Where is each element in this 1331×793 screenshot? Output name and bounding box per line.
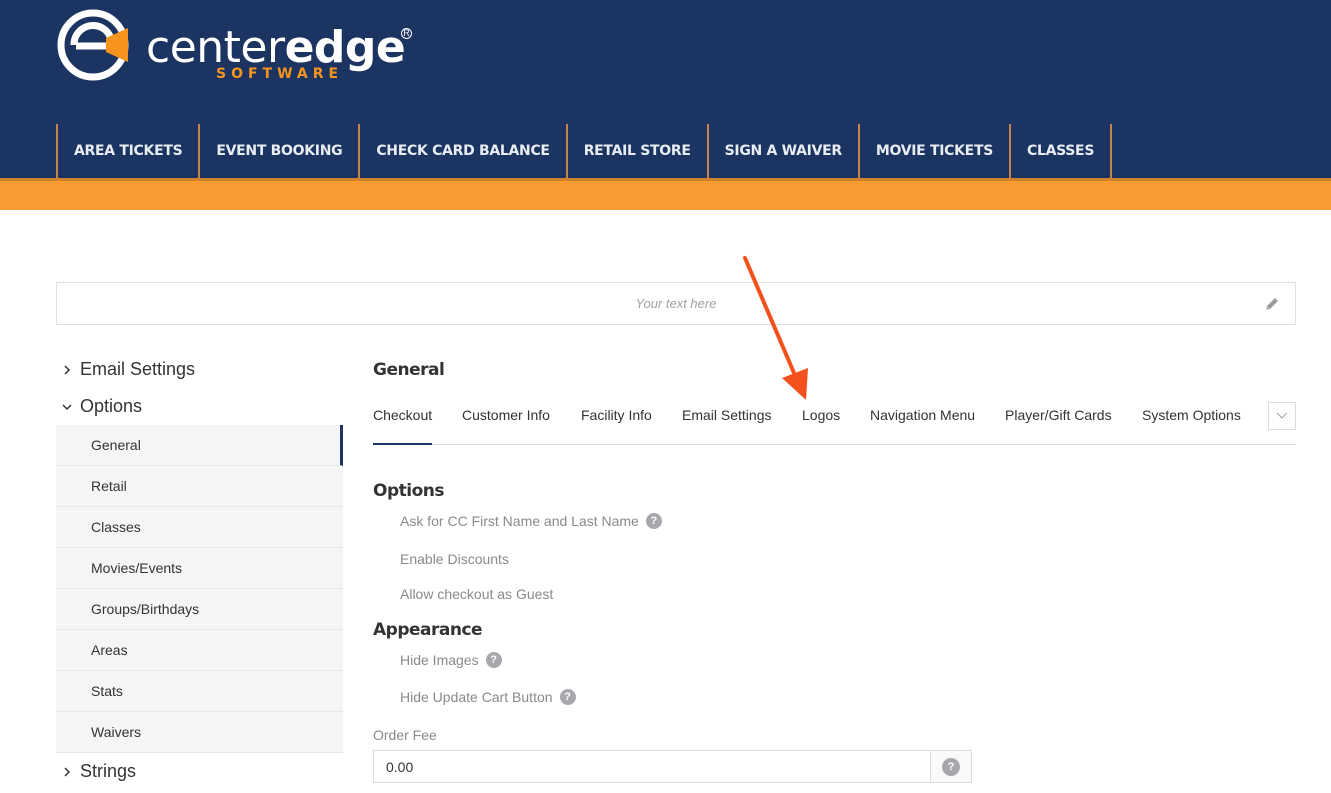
tab-logos[interactable]: Logos	[802, 407, 840, 445]
sidebar-group-label: Email Settings	[80, 359, 196, 379]
section-title-appearance: Appearance	[373, 620, 483, 640]
sidebar-group-strings[interactable]: Strings	[56, 753, 343, 790]
red-arrow-icon	[743, 256, 808, 400]
chevron-down-icon	[1276, 412, 1288, 419]
option-hide-update-cart[interactable]: Hide Update Cart Button ?	[400, 689, 576, 705]
help-icon[interactable]: ?	[485, 652, 502, 668]
option-hide-images[interactable]: Hide Images ?	[400, 652, 502, 668]
sidebar-item-waivers[interactable]: Waivers	[56, 712, 343, 753]
accent-bar	[0, 178, 1331, 210]
sidebar-item-retail[interactable]: Retail	[56, 466, 343, 507]
registered-mark: R	[401, 28, 412, 39]
sidebar-item-groups-birthdays[interactable]: Groups/Birthdays	[56, 589, 343, 630]
help-icon[interactable]: ?	[559, 689, 576, 705]
nav-sign-a-waiver[interactable]: SIGN A WAIVER	[709, 124, 860, 178]
chevron-right-icon	[56, 766, 80, 777]
centeredge-logo-icon	[57, 9, 129, 81]
option-label: Hide Update Cart Button	[400, 689, 553, 705]
tab-customer-info[interactable]: Customer Info	[462, 407, 550, 445]
section-title-options: Options	[373, 481, 444, 501]
nav-area-tickets[interactable]: AREA TICKETS	[58, 124, 201, 178]
top-navigation: AREA TICKETS EVENT BOOKING CHECK CARD BA…	[56, 124, 1113, 178]
tab-email-settings[interactable]: Email Settings	[682, 407, 771, 445]
sidebar-group-label: Strings	[80, 761, 137, 781]
sidebar-item-general[interactable]: General	[56, 425, 343, 466]
sidebar-group-options[interactable]: Options	[56, 388, 343, 425]
tab-player-gift-cards[interactable]: Player/Gift Cards	[1005, 407, 1112, 445]
order-fee-help-button[interactable]: ?	[930, 750, 972, 783]
sidebar-item-stats[interactable]: Stats	[56, 671, 343, 712]
option-ask-cc-name[interactable]: Ask for CC First Name and Last Name ?	[400, 513, 662, 529]
editable-text-box[interactable]: Your text here	[56, 282, 1296, 325]
site-header: centeredge R SOFTWARE AREA TICKETS EVENT…	[0, 0, 1331, 178]
pencil-icon[interactable]	[1263, 295, 1281, 313]
nav-check-card-balance[interactable]: CHECK CARD BALANCE	[360, 124, 568, 178]
help-icon: ?	[942, 757, 960, 776]
page-title: General	[373, 360, 445, 380]
tab-facility-info[interactable]: Facility Info	[581, 407, 652, 445]
sidebar-item-classes[interactable]: Classes	[56, 507, 343, 548]
tab-navigation-menu[interactable]: Navigation Menu	[870, 407, 975, 445]
nav-event-booking[interactable]: EVENT BOOKING	[200, 124, 361, 178]
chevron-down-icon	[56, 402, 80, 412]
tab-system-options[interactable]: System Options	[1142, 407, 1241, 445]
brand-logo[interactable]: centeredge R SOFTWARE	[56, 8, 436, 88]
editable-text-placeholder: Your text here	[635, 296, 717, 311]
order-fee-label: Order Fee	[373, 727, 437, 743]
settings-sidebar: Email Settings Options General Retail Cl…	[56, 350, 343, 790]
help-icon[interactable]: ?	[645, 513, 662, 529]
brand-subtitle: SOFTWARE	[216, 66, 344, 82]
chevron-right-icon	[56, 364, 80, 375]
settings-tabs: Checkout Customer Info Facility Info Ema…	[373, 394, 1296, 445]
options-submenu: General Retail Classes Movies/Events Gro…	[56, 425, 343, 753]
sidebar-item-areas[interactable]: Areas	[56, 630, 343, 671]
nav-movie-tickets[interactable]: MOVIE TICKETS	[860, 124, 1011, 178]
option-label: Enable Discounts	[400, 551, 509, 567]
nav-classes[interactable]: CLASSES	[1011, 124, 1113, 178]
tabs-more-button[interactable]	[1268, 402, 1296, 430]
sidebar-group-email-settings[interactable]: Email Settings	[56, 351, 343, 388]
option-label: Hide Images	[400, 652, 479, 668]
option-enable-discounts[interactable]: Enable Discounts	[400, 551, 509, 567]
option-allow-guest-checkout[interactable]: Allow checkout as Guest	[400, 586, 553, 602]
order-fee-input[interactable]	[373, 750, 931, 783]
nav-retail-store[interactable]: RETAIL STORE	[568, 124, 709, 178]
option-label: Ask for CC First Name and Last Name	[400, 513, 639, 529]
option-label: Allow checkout as Guest	[400, 586, 554, 602]
sidebar-group-label: Options	[80, 396, 143, 416]
sidebar-item-movies-events[interactable]: Movies/Events	[56, 548, 343, 589]
tab-checkout[interactable]: Checkout	[373, 407, 433, 445]
